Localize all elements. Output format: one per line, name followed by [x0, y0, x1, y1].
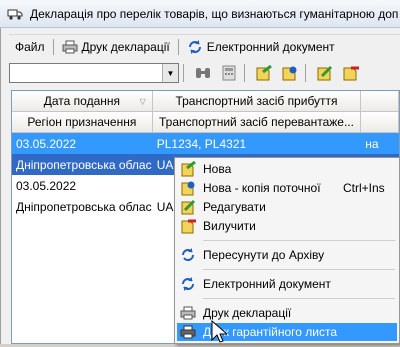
toolbar-separator [305, 64, 306, 82]
delete-doc-icon[interactable] [340, 62, 362, 84]
col-header-region[interactable]: Регіон призначення [12, 112, 153, 132]
printer-icon [62, 39, 78, 55]
shortcut-label: Ctrl+Ins [343, 181, 385, 195]
delete-doc-icon [179, 218, 197, 234]
col-header-extra-2[interactable] [361, 112, 399, 132]
menu-item-edit[interactable]: Редагувати [177, 198, 397, 216]
menu-separator [203, 298, 395, 299]
menu-item-delete[interactable]: Вилучити [177, 217, 397, 235]
menubar: Файл Друк декларації Електронний докумен… [9, 34, 400, 58]
printer-icon [179, 305, 197, 321]
menu-print-label: Друк декларації [81, 39, 170, 54]
menu-file-label: Файл [15, 39, 45, 54]
col-header-extra[interactable] [361, 91, 399, 111]
window-title: Декларація про перелік товарів, що визна… [30, 6, 399, 21]
grid-header-row-2: Регіон призначення Транспортний засіб пе… [12, 112, 399, 133]
calculator-icon[interactable] [218, 62, 240, 84]
menu-edoc-label: Електронний документ [206, 39, 335, 54]
col-header-transport-transshipment[interactable]: Транспортний засіб перевантаже... [153, 112, 362, 132]
new-doc-icon[interactable] [253, 62, 275, 84]
truck-icon [6, 5, 24, 23]
menu-item-electronic-document[interactable]: Електронний документ [177, 275, 397, 293]
menu-item-new[interactable]: Нова [177, 160, 397, 178]
menu-file[interactable]: Файл [9, 36, 51, 58]
menu-item-move-to-archive[interactable]: Пересунути до Архіву [177, 246, 397, 264]
refresh-icon [179, 276, 197, 292]
toolbar-separator [244, 64, 245, 82]
filter-combobox[interactable]: ▼ [9, 63, 179, 83]
col-header-date[interactable]: Дата подання ▽ [12, 91, 153, 111]
binoculars-icon[interactable] [192, 62, 214, 84]
copy-doc-icon[interactable] [279, 62, 301, 84]
menu-item-new-copy[interactable]: Нова - копія поточної Ctrl+Ins [177, 179, 397, 197]
col-header-transport-arrival[interactable]: Транспортний засіб прибуття [153, 91, 362, 111]
cell-date: 03.05.2022 [16, 136, 77, 151]
edit-doc-icon [179, 199, 197, 215]
grid-header-row-1: Дата подання ▽ Транспортний засіб прибут… [12, 91, 399, 112]
cell-date: 03.05.2022 [16, 178, 77, 193]
cell-region: Дніпропетровська облас [16, 157, 152, 172]
context-menu: Нова Нова - копія поточної Ctrl+Ins Реда… [174, 157, 400, 344]
new-doc-icon [179, 161, 197, 177]
table-row[interactable]: 03.05.2022 PL1234, PL4321 на [12, 133, 399, 154]
toolbar: ▼ [9, 60, 400, 86]
menu-separator [52, 38, 54, 55]
menu-item-print-declaration[interactable]: Друк декларації [177, 304, 397, 322]
menu-separator [203, 269, 395, 270]
refresh-icon [187, 39, 203, 55]
cell-extra: на [365, 136, 379, 151]
chevron-down-icon[interactable]: ▼ [162, 64, 178, 82]
toolbar-separator [183, 64, 184, 82]
menu-item-print-guarantee-letter[interactable]: Друк гарантійного листа [177, 323, 397, 341]
archive-icon [179, 247, 197, 263]
cell-transport: PL1234, PL4321 [156, 136, 247, 151]
menu-print-declaration[interactable]: Друк декларації [56, 36, 176, 58]
menu-electronic-document[interactable]: Електронний документ [181, 36, 341, 58]
title-bar: Декларація про перелік товарів, що визна… [0, 0, 400, 28]
menu-separator [203, 240, 395, 241]
mouse-cursor-icon [211, 319, 229, 347]
cell-region: Дніпропетровська облас [16, 199, 152, 214]
copy-doc-icon [179, 180, 197, 196]
sort-icon: ▽ [139, 97, 146, 106]
printer-icon [179, 324, 197, 340]
edit-doc-icon[interactable] [314, 62, 336, 84]
menu-separator [177, 38, 179, 55]
